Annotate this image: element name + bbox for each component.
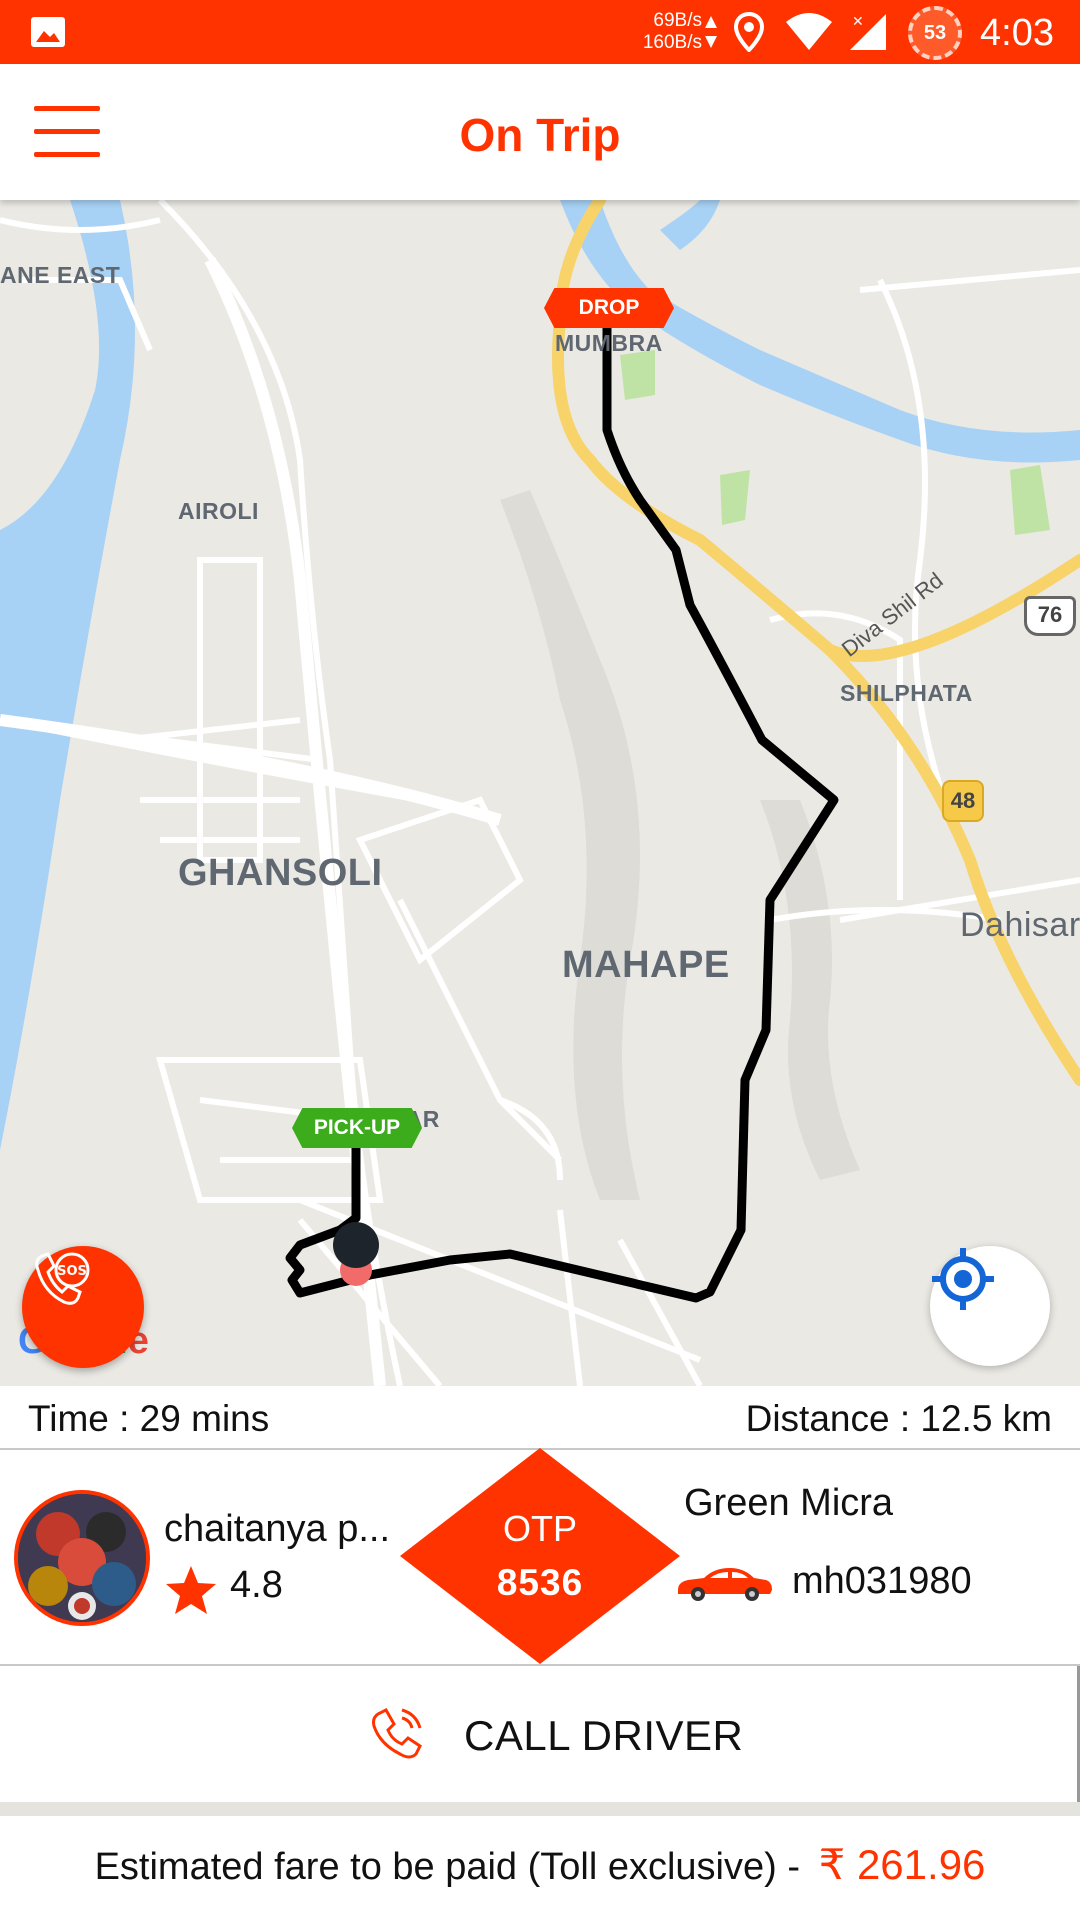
star-icon bbox=[166, 1566, 216, 1614]
net-down: 69B/s bbox=[653, 10, 702, 31]
map-label-mumbra: MUMBRA bbox=[555, 330, 663, 356]
signal-icon: ✕ bbox=[850, 14, 886, 50]
sos-button[interactable]: SOS bbox=[22, 1246, 144, 1368]
map-label-thane-east: ANE EAST bbox=[0, 262, 121, 288]
app-bar: On Trip bbox=[0, 64, 1080, 200]
driver-name: chaitanya p... bbox=[164, 1508, 391, 1550]
sos-text: SOS bbox=[57, 1264, 87, 1279]
wifi-icon bbox=[786, 13, 832, 50]
car-icon bbox=[678, 1568, 772, 1601]
otp-label: OTP bbox=[502, 1508, 577, 1549]
creek-water bbox=[0, 200, 135, 1150]
map-label-mahape: MAHAPE bbox=[562, 944, 730, 986]
call-driver-button[interactable]: CALL DRIVER bbox=[0, 1666, 1080, 1802]
drop-marker[interactable]: DROP bbox=[544, 288, 674, 328]
avatar-image bbox=[18, 1494, 146, 1622]
crosshair-icon bbox=[932, 1248, 994, 1310]
fare-footer: Estimated fare to be paid (Toll exclusiv… bbox=[0, 1816, 1080, 1920]
page-title: On Trip bbox=[459, 109, 621, 161]
driver-avatar[interactable] bbox=[14, 1490, 150, 1626]
driver-card: chaitanya p... 4.8 OTP 8536 Green Micra … bbox=[0, 1448, 1080, 1666]
map-label-shilphata: SHILPHATA bbox=[840, 680, 973, 706]
net-up: 160B/s bbox=[642, 32, 702, 53]
svg-text:✕: ✕ bbox=[852, 14, 864, 30]
phone-icon bbox=[372, 1708, 422, 1759]
map-label-ghansoli: GHANSOLI bbox=[178, 852, 383, 894]
otp-code: 8536 bbox=[496, 1562, 584, 1603]
fare-label: Estimated fare to be paid (Toll exclusiv… bbox=[94, 1846, 800, 1888]
driver-rating: 4.8 bbox=[230, 1564, 283, 1606]
status-time: 4:03 bbox=[980, 12, 1054, 54]
status-bar: 69B/s 160B/s ✕ 53 4:03 bbox=[0, 0, 1080, 64]
highway-76-shield: 76 bbox=[1024, 596, 1076, 636]
map-view[interactable]: ANE EAST MUMBRA AIROLI SHILPHATA GHANSOL… bbox=[0, 200, 1080, 1386]
otp-badge: OTP 8536 bbox=[400, 1448, 680, 1664]
call-driver-label: CALL DRIVER bbox=[464, 1712, 744, 1759]
map-strip bbox=[0, 1802, 1080, 1816]
trip-distance: Distance : 12.5 km bbox=[745, 1398, 1052, 1439]
sos-phone-icon: SOS bbox=[35, 1252, 90, 1305]
my-location-button[interactable] bbox=[930, 1246, 1050, 1366]
car-model: Green Micra bbox=[684, 1482, 894, 1524]
location-icon bbox=[734, 12, 764, 52]
image-icon bbox=[31, 17, 65, 47]
pickup-marker[interactable]: PICK-UP bbox=[292, 1108, 422, 1148]
map-label-dahisar: Dahisar bbox=[960, 906, 1080, 944]
trip-info-bar: Time : 29 mins Distance : 12.5 km bbox=[0, 1386, 1080, 1450]
map-canvas bbox=[0, 200, 1080, 1386]
car-position-dot bbox=[333, 1222, 379, 1268]
trip-time: Time : 29 mins bbox=[28, 1398, 270, 1439]
highway-48-shield: 48 bbox=[942, 780, 984, 822]
transfer-arrows-icon bbox=[705, 16, 717, 48]
battery-indicator: 53 bbox=[908, 6, 962, 60]
map-label-airoli: AIROLI bbox=[178, 498, 259, 524]
fare-amount: ₹ 261.96 bbox=[818, 1841, 986, 1888]
network-speed: 69B/s 160B/s bbox=[622, 10, 702, 54]
car-number: mh031980 bbox=[792, 1560, 972, 1602]
